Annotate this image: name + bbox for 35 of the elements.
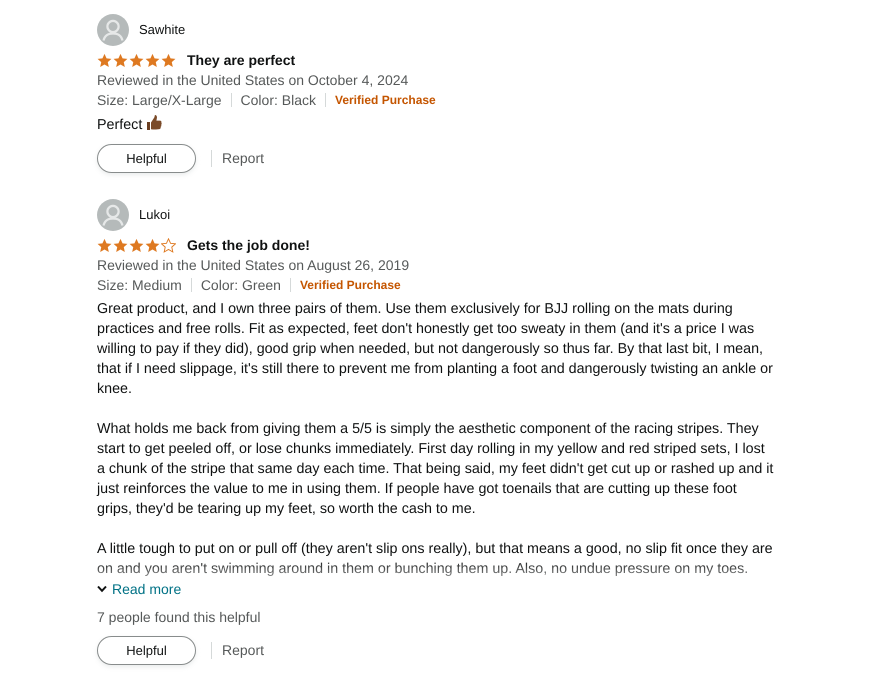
star-filled-icon xyxy=(145,52,160,68)
review-text: Perfect xyxy=(97,116,142,135)
helpful-button[interactable]: Helpful xyxy=(97,144,196,173)
product-variant: Color: Black xyxy=(240,91,316,110)
product-variant: Color: Green xyxy=(200,276,281,295)
star-filled-icon xyxy=(129,238,144,252)
star-filled-icon xyxy=(145,238,160,252)
review-title: Gets the job done! xyxy=(187,236,310,255)
verified-purchase-label: Verified Purchase xyxy=(300,277,401,294)
review-date: Reviewed in the United States on October 4, 2024 xyxy=(97,71,410,90)
star-outline-icon xyxy=(161,238,176,252)
product-variant: Size: Large/X-Large xyxy=(97,91,222,110)
reviewer-name: Lukoi xyxy=(139,206,170,224)
avatar-icon xyxy=(97,14,129,46)
star-filled-icon xyxy=(113,52,128,68)
helpful-count: 7 people found this helpful xyxy=(97,608,262,627)
star-filled-icon xyxy=(97,238,112,252)
review-text: A little tough to put on or pull off (they aren't slip ons really), but that means a good, no slip fit once they are on and you aren't swimming around in them or bunching them up. Also, no undue pressure on my toes. xyxy=(97,540,774,579)
star-filled-icon xyxy=(161,52,176,68)
star-filled-icon xyxy=(97,52,112,68)
chevron-down-icon xyxy=(97,585,107,593)
review-date: Reviewed in the United States on August 26, 2019 xyxy=(97,256,410,275)
helpful-button[interactable]: Helpful xyxy=(97,636,196,665)
review-text: Great product, and I own three pairs of them. Use them exclusively for BJJ rolling on the mats during practices and free rolls. Fit as expected, feet don't honestly get too sweaty in them (and it's a price I was willing to pay if they did), good grip when needed, but not dangerously so thus far. By that last bit, I mean, that if I need slippage, it's still there to prevent me from planting a foot and dangerously twisting an ankle or knee. xyxy=(97,300,774,399)
review-text: What holds me back from giving them a 5/5 is simply the aesthetic component of the racing stripes. They start to get peeled off, or lose chunks immediately. First day rolling in my yellow and red striped sets, I lost a chunk of the stripe that same day each time. That being said, my feet didn't get cut up or rashed up and it just reinforces the value to me in using them. If people have got toenails that are cutting up these foot grips, they'd be tearing up my feet, so worth the cash to me. xyxy=(97,420,774,519)
avatar-icon xyxy=(97,199,129,231)
report-link[interactable]: Report xyxy=(222,148,264,169)
report-link[interactable]: Report xyxy=(222,640,264,661)
read-more-link[interactable]: Read more xyxy=(97,579,182,599)
review-title: They are perfect xyxy=(187,51,296,70)
reviewer-name: Sawhite xyxy=(139,21,186,40)
verified-purchase-label: Verified Purchase xyxy=(335,92,436,109)
product-variant: Size: Medium xyxy=(97,276,182,295)
star-filled-icon xyxy=(113,238,128,252)
star-filled-icon xyxy=(129,52,144,68)
